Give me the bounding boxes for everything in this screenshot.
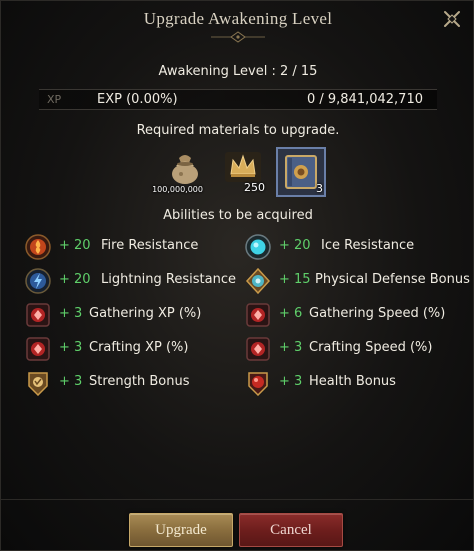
upgrade-awakening-dialog: Upgrade Awakening Level Awakening Level …	[0, 0, 474, 551]
xp-bar: XP EXP (0.00%) 0 / 9,841,042,710	[39, 89, 437, 110]
material-item[interactable]: 3	[276, 147, 326, 197]
ability-name: Strength Bonus	[89, 374, 190, 389]
ability-name: Fire Resistance	[101, 238, 199, 253]
close-x-icon[interactable]	[442, 9, 462, 29]
ability-name: Crafting Speed (%)	[309, 340, 433, 355]
ability-fire-resistance: + 20 Fire Resistance	[25, 231, 245, 263]
silver-pouch-icon	[172, 155, 198, 184]
ability-value: + 3	[59, 374, 83, 389]
materials-title: Required materials to upgrade.	[136, 123, 340, 138]
gathering-speed-icon	[246, 303, 270, 327]
ability-crafting-xp: + 3 Crafting XP (%)	[25, 333, 245, 365]
ability-ice-resistance: + 20 Ice Resistance	[245, 231, 465, 263]
strength-bonus-icon	[28, 372, 48, 396]
ability-name: Gathering Speed (%)	[309, 306, 446, 321]
crafting-xp-icon	[26, 337, 50, 361]
health-bonus-icon	[248, 372, 268, 396]
ability-health-bonus: + 3 Health Bonus	[245, 367, 465, 399]
ability-strength-bonus: + 3 Strength Bonus	[25, 367, 245, 399]
ability-value: + 3	[279, 340, 303, 355]
crafting-speed-icon	[246, 337, 270, 361]
exp-total: 0 / 9,841,042,710	[306, 92, 423, 107]
ability-crafting-speed: + 3 Crafting Speed (%)	[245, 333, 465, 365]
ice-resistance-icon	[245, 234, 271, 260]
ability-value: + 3	[59, 306, 83, 321]
material-item[interactable]: 100,000,000	[152, 146, 209, 194]
title-bar: Upgrade Awakening Level	[1, 1, 473, 43]
ability-name: Lightning Resistance	[101, 272, 236, 287]
ability-name: Health Bonus	[309, 374, 396, 389]
ability-gathering-speed: + 6 Gathering Speed (%)	[245, 299, 465, 331]
material-count: 3	[316, 182, 323, 195]
physical-defense-icon	[245, 268, 271, 294]
ability-lightning-resistance: + 20 Lightning Resistance	[25, 265, 245, 297]
ability-value: + 20	[279, 238, 311, 253]
crown-token-icon	[225, 152, 261, 182]
ability-name: Ice Resistance	[321, 238, 415, 253]
ability-value: + 6	[279, 306, 303, 321]
exp-percent: EXP (0.00%)	[97, 92, 178, 107]
ability-physical-defense-bonus: + 15 Physical Defense Bonus	[245, 265, 470, 297]
material-count: 250	[244, 181, 265, 194]
material-item[interactable]: 250	[221, 146, 269, 194]
abilities-title: Abilities to be acquired	[163, 208, 313, 223]
gathering-xp-icon	[26, 303, 50, 327]
ability-value: + 20	[59, 272, 91, 287]
ability-value: + 20	[59, 238, 91, 253]
ability-name: Physical Defense Bonus	[315, 272, 470, 287]
dialog-title: Upgrade Awakening Level	[143, 9, 333, 28]
material-count: 100,000,000	[152, 185, 203, 194]
awakening-level-label: Awakening Level : 2 / 15	[158, 64, 318, 79]
lightning-resistance-icon	[25, 268, 51, 294]
footer-divider	[1, 499, 473, 500]
ability-value: + 3	[279, 374, 303, 389]
ability-value: + 15	[279, 272, 311, 287]
fire-resistance-icon	[25, 234, 51, 260]
cancel-button[interactable]: Cancel	[239, 513, 343, 547]
ability-name: Crafting XP (%)	[89, 340, 189, 355]
ability-name: Gathering XP (%)	[89, 306, 202, 321]
ability-gathering-xp: + 3 Gathering XP (%)	[25, 299, 245, 331]
xp-tag: XP	[47, 93, 62, 106]
ornament-icon	[211, 31, 265, 43]
ability-value: + 3	[59, 340, 83, 355]
materials-list: 100,000,000 250 3	[1, 146, 473, 197]
upgrade-button[interactable]: Upgrade	[129, 513, 233, 547]
